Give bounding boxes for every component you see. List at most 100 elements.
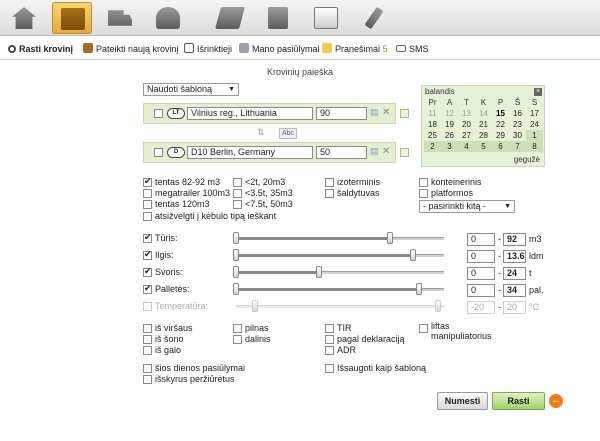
range-min-input[interactable]: 0 <box>467 233 495 246</box>
range-checkbox[interactable] <box>143 266 152 277</box>
checkbox-from-top[interactable] <box>143 324 152 333</box>
checkbox-izoterminis[interactable] <box>325 178 334 187</box>
range-min-input[interactable]: 0 <box>467 250 495 263</box>
range-min-input[interactable]: 0 <box>467 267 495 280</box>
checkbox-lift[interactable] <box>419 324 428 333</box>
calendar-day[interactable]: 17 <box>526 108 543 119</box>
range-max-input[interactable]: 34 <box>503 284 526 297</box>
calendar-day[interactable]: 4 <box>458 141 475 152</box>
country-from[interactable]: LT <box>167 108 185 119</box>
checkbox-platformos[interactable] <box>419 189 428 198</box>
calendar-day[interactable]: 24 <box>526 119 543 130</box>
country-to[interactable]: D <box>167 147 185 158</box>
calendar-day[interactable]: 6 <box>492 141 509 152</box>
checkbox-7-5t[interactable] <box>233 200 242 209</box>
from-place-input[interactable]: Vilnius reg., Lithuania <box>187 107 313 120</box>
other-type-select[interactable]: - pasirinkti kitą - ▼ <box>419 200 515 213</box>
calendar-day[interactable]: 28 <box>475 130 492 141</box>
calendar-day[interactable]: 27 <box>458 130 475 141</box>
from-radius-input[interactable]: 90 <box>316 107 367 120</box>
range-max-input[interactable]: 20 <box>503 301 526 314</box>
to-place-input[interactable]: D10 Berlin, Germany <box>187 146 313 159</box>
range-checkbox[interactable] <box>143 232 152 243</box>
range-max-handle[interactable] <box>316 266 323 278</box>
calendar-day[interactable]: 23 <box>509 119 526 130</box>
nav-saved[interactable]: Išrinktieji <box>184 42 232 56</box>
calendar-day[interactable]: 3 <box>441 141 458 152</box>
checkbox-tir[interactable] <box>325 324 334 333</box>
checkbox-tentas-120[interactable] <box>143 200 152 209</box>
calendar-next-month[interactable]: gegužė <box>514 155 540 164</box>
calendar-day[interactable]: 8 <box>526 141 543 152</box>
nav-notifications[interactable]: Pranešimai 5 <box>322 42 388 56</box>
checkbox-today-only[interactable] <box>143 364 152 373</box>
nav-submit-cargo[interactable]: Pateikti naują krovinį <box>83 42 179 56</box>
calendar-day[interactable]: 1 <box>526 130 543 141</box>
range-max-handle[interactable] <box>386 232 393 244</box>
swap-icon[interactable]: ⇅ <box>257 127 265 138</box>
range-min-handle[interactable] <box>251 300 258 312</box>
close-icon[interactable]: ✕ <box>382 107 390 118</box>
range-max-handle[interactable] <box>409 249 416 261</box>
calendar-day[interactable]: 22 <box>492 119 509 130</box>
calendar-day[interactable]: 26 <box>441 130 458 141</box>
range-track[interactable] <box>236 305 444 308</box>
calendar-day[interactable]: 14 <box>475 108 492 119</box>
to-radius-input[interactable]: 50 <box>316 146 367 159</box>
range-min-handle[interactable] <box>233 249 239 261</box>
checkbox-from-back[interactable] <box>143 346 152 355</box>
person-desk-icon[interactable] <box>148 2 188 34</box>
range-max-handle[interactable] <box>434 300 441 312</box>
add-stop-icon[interactable] <box>400 109 409 118</box>
range-max-input[interactable]: 24 <box>503 267 526 280</box>
range-min-input[interactable]: 0 <box>467 284 495 297</box>
checkbox-from-side[interactable] <box>143 335 152 344</box>
books-icon[interactable] <box>258 2 298 34</box>
calendar-day[interactable]: 16 <box>509 108 526 119</box>
range-checkbox[interactable] <box>143 249 152 260</box>
calendar-day[interactable]: 21 <box>475 119 492 130</box>
checkbox-tentas-82[interactable] <box>143 176 152 187</box>
calendar-day[interactable]: 30 <box>509 130 526 141</box>
range-max-input[interactable]: 92 <box>503 233 526 246</box>
range-min-handle[interactable] <box>233 232 239 244</box>
checkbox-saldytuvas[interactable] <box>325 189 334 198</box>
nav-search-cargo[interactable]: Rasti krovinį <box>8 42 73 56</box>
range-min-handle[interactable] <box>233 266 239 278</box>
checkbox-save-template[interactable] <box>325 364 334 373</box>
route-to-checkbox[interactable] <box>154 148 163 157</box>
newspaper-icon[interactable] <box>306 2 346 34</box>
calendar-day[interactable]: 29 <box>492 130 509 141</box>
close-icon[interactable]: × <box>534 88 542 96</box>
calendar-day[interactable]: 15 <box>492 108 509 119</box>
list-icon[interactable]: ▤ <box>370 107 379 118</box>
calendar-day[interactable]: 2 <box>424 141 441 152</box>
route-from-checkbox[interactable] <box>154 109 163 118</box>
checkbox-2t[interactable] <box>233 178 242 187</box>
calendar-day[interactable]: 18 <box>424 119 441 130</box>
map-icon[interactable] <box>210 2 250 34</box>
calendar-day[interactable]: 7 <box>509 141 526 152</box>
calendar-day[interactable]: 20 <box>458 119 475 130</box>
calendar-day[interactable]: 12 <box>441 108 458 119</box>
checkbox-full[interactable] <box>233 324 242 333</box>
checkbox-konteinerinis[interactable] <box>419 178 428 187</box>
calendar-day[interactable]: 13 <box>458 108 475 119</box>
checkbox-partial[interactable] <box>233 335 242 344</box>
calendar-day[interactable]: 5 <box>475 141 492 152</box>
checkbox-body-type[interactable] <box>143 212 152 221</box>
range-checkbox[interactable] <box>143 302 152 311</box>
range-min-handle[interactable] <box>233 283 239 295</box>
calendar-day[interactable]: 11 <box>424 108 441 119</box>
abc-button[interactable]: Abc <box>279 128 298 139</box>
calendar-day[interactable]: 25 <box>424 130 441 141</box>
range-checkbox[interactable] <box>143 283 152 294</box>
close-icon[interactable]: ✕ <box>382 146 390 157</box>
nav-my-offers[interactable]: Mano pasiūlymai <box>239 42 320 56</box>
list-icon[interactable]: ▤ <box>370 146 379 157</box>
calendar-day[interactable]: 19 <box>441 119 458 130</box>
cancel-button[interactable]: Numesti <box>437 392 488 410</box>
truck-icon[interactable] <box>100 2 140 34</box>
tools-icon[interactable] <box>354 2 394 34</box>
cargo-boxes-icon[interactable] <box>52 2 92 34</box>
